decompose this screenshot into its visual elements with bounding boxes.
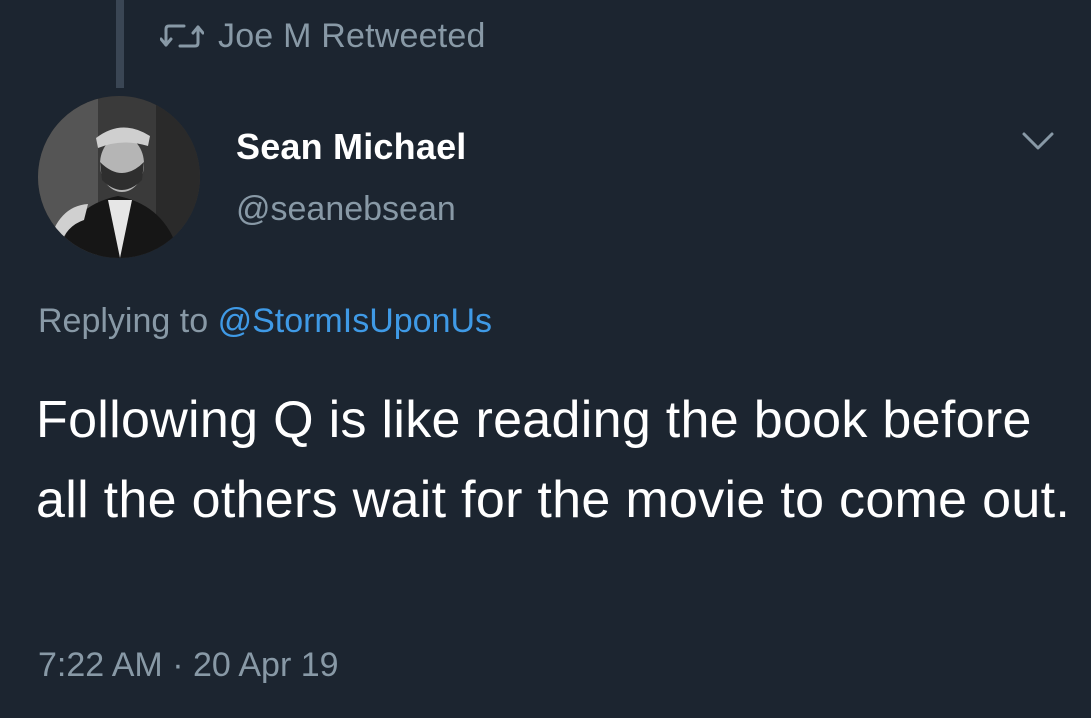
author-name[interactable]: Sean Michael xyxy=(236,126,467,168)
avatar[interactable] xyxy=(38,96,200,258)
chevron-down-icon[interactable] xyxy=(1016,126,1060,156)
reply-context: Replying to @StormIsUponUs xyxy=(38,302,492,341)
tweet-text: Following Q is like reading the book bef… xyxy=(36,391,1071,529)
timestamp-time: 7:22 AM xyxy=(38,646,163,684)
timestamp-date: 20 Apr 19 xyxy=(192,646,339,684)
retweet-label: Joe M Retweeted xyxy=(218,16,486,55)
tweet-timestamp[interactable]: 7:22 AM · 20 Apr 19 xyxy=(38,646,339,685)
reply-target-link[interactable]: @StormIsUponUs xyxy=(218,302,492,340)
retweet-icon xyxy=(160,21,204,51)
tweet-card: Joe M Retweeted Sean Michael @seanebsean… xyxy=(0,0,1091,718)
timestamp-separator: · xyxy=(172,646,184,684)
reply-prefix: Replying to xyxy=(38,302,209,340)
author-handle[interactable]: @seanebsean xyxy=(236,190,456,229)
thread-line xyxy=(116,0,124,88)
retweet-context[interactable]: Joe M Retweeted xyxy=(160,14,486,58)
